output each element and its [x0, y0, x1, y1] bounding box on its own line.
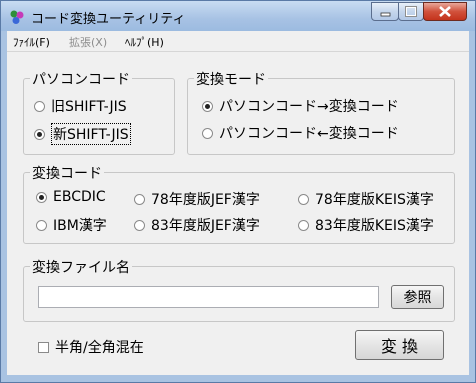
radio-label: パソコンコード←変換コード: [219, 126, 399, 142]
conv-code-group: 変換コード EBCDIC 78年度版JEF漢字 78年度版KEIS漢字 IBM漢…: [23, 163, 455, 244]
mode-legend: 変換モード: [194, 69, 268, 89]
radio-keis78[interactable]: 78年度版KEIS漢字: [298, 189, 434, 209]
radio-label: 83年度版KEIS漢字: [315, 218, 434, 234]
dialog-body: パソコンコード 旧SHIFT-JIS 新SHIFT-JIS 変換モード パソコン…: [7, 51, 469, 375]
radio-indicator: [298, 219, 309, 231]
radio-ibm-kanji[interactable]: IBM漢字: [36, 215, 107, 235]
menu-file[interactable]: ﾌｧｲﾙ(F): [13, 34, 50, 50]
radio-indicator: [202, 100, 213, 112]
mixed-width-checkbox[interactable]: 半角/全角混在: [38, 337, 144, 357]
radio-indicator: [134, 193, 145, 205]
radio-label: 新SHIFT-JIS: [51, 123, 131, 145]
close-icon: [439, 6, 451, 17]
radio-label: IBM漢字: [53, 218, 107, 234]
radio-indicator: [134, 219, 145, 231]
checkbox-indicator: [38, 341, 49, 353]
checkbox-label: 半角/全角混在: [55, 340, 144, 356]
mode-group: 変換モード パソコンコード→変換コード パソコンコード←変換コード: [187, 69, 455, 155]
app-icon: [10, 10, 24, 24]
radio-keis83[interactable]: 83年度版KEIS漢字: [298, 215, 434, 235]
close-button[interactable]: [423, 2, 467, 21]
file-path-input[interactable]: [38, 286, 379, 308]
radio-label: EBCDIC: [53, 189, 106, 205]
radio-label: 旧SHIFT-JIS: [51, 99, 127, 115]
convert-button[interactable]: 変 換: [355, 330, 444, 360]
radio-jef78[interactable]: 78年度版JEF漢字: [134, 189, 260, 209]
radio-indicator: [202, 127, 213, 139]
radio-mode-to-conv[interactable]: パソコンコード→変換コード: [202, 96, 399, 116]
radio-indicator: [298, 193, 309, 205]
conv-code-legend: 変換コード: [30, 163, 104, 183]
maximize-button[interactable]: [398, 2, 424, 21]
radio-indicator: [34, 100, 45, 112]
pc-code-legend: パソコンコード: [30, 69, 132, 89]
window-title: コード変換ユーティリティ: [31, 12, 186, 27]
radio-old-shift-jis[interactable]: 旧SHIFT-JIS: [34, 96, 127, 116]
radio-label: パソコンコード→変換コード: [219, 99, 399, 115]
radio-indicator: [36, 191, 47, 203]
minimize-button[interactable]: [371, 2, 399, 21]
radio-mode-to-pc[interactable]: パソコンコード←変換コード: [202, 123, 399, 143]
radio-ebcdic[interactable]: EBCDIC: [36, 189, 106, 205]
browse-button[interactable]: 参照: [391, 285, 444, 309]
radio-label: 78年度版KEIS漢字: [315, 192, 434, 208]
menu-extend[interactable]: 拡張(X): [69, 34, 107, 50]
radio-jef83[interactable]: 83年度版JEF漢字: [134, 215, 260, 235]
title-bar[interactable]: コード変換ユーティリティ: [1, 1, 475, 31]
file-legend: 変換ファイル名: [30, 257, 132, 277]
minimize-icon: [380, 12, 391, 17]
app-window: コード変換ユーティリティ ﾌｧｲﾙ(F) 拡張(X) ﾍﾙﾌﾟ(H) パソコンコ…: [0, 0, 476, 383]
radio-new-shift-jis[interactable]: 新SHIFT-JIS: [34, 123, 131, 145]
radio-label: 83年度版JEF漢字: [151, 218, 260, 234]
menu-bar: ﾌｧｲﾙ(F) 拡張(X) ﾍﾙﾌﾟ(H): [7, 31, 469, 51]
radio-indicator: [34, 128, 45, 140]
maximize-icon: [405, 6, 417, 17]
radio-indicator: [36, 219, 47, 231]
pc-code-group: パソコンコード 旧SHIFT-JIS 新SHIFT-JIS: [23, 69, 175, 155]
menu-help[interactable]: ﾍﾙﾌﾟ(H): [125, 34, 164, 50]
radio-label: 78年度版JEF漢字: [151, 192, 260, 208]
